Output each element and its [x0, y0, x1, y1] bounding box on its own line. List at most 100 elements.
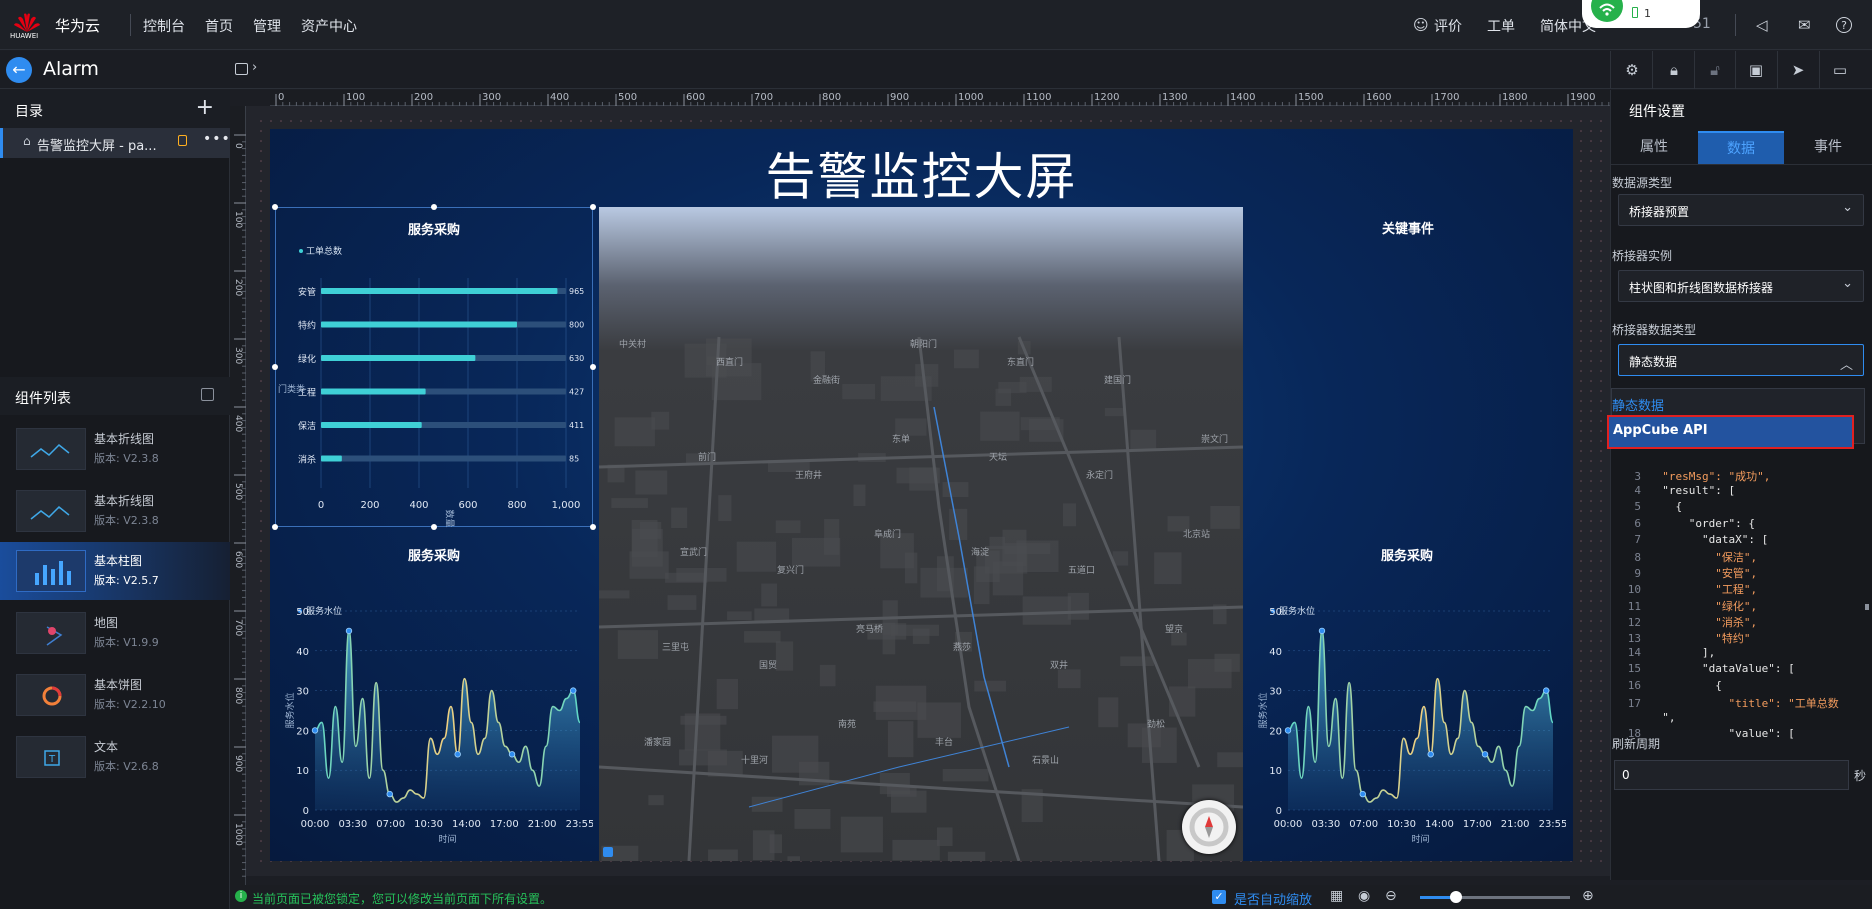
component-name: 文本	[94, 740, 119, 754]
nav-feedback[interactable]: 评价	[1434, 16, 1462, 36]
component-item-text[interactable]: T 文本 版本: V2.6.8	[0, 728, 230, 786]
line-chart-left-component[interactable]: 服务采购 服务水位 0 10 20 30 40 50 00:00 03:30 07:00 10:30…	[275, 537, 593, 861]
dashboard-stage[interactable]: 告警监控大屏 服务采购 工单总数 0 200 400 600 800 1,000 安管 965 特…	[270, 129, 1573, 861]
tab-data[interactable]: 数据	[1698, 131, 1784, 164]
y-axis-label: 服务水位	[1257, 692, 1269, 728]
resize-handle[interactable]	[590, 204, 596, 210]
more-icon[interactable]: •••	[203, 131, 231, 147]
dashboard-title[interactable]: 告警监控大屏	[270, 137, 1573, 209]
map-building	[1154, 552, 1182, 585]
grid-icon[interactable]: ▦	[1330, 888, 1343, 904]
map-building	[744, 631, 781, 643]
resize-handle[interactable]	[431, 524, 437, 530]
code-line: 16 {	[1619, 679, 1722, 692]
datasource-select[interactable]: 桥接器预置 ⌄	[1618, 194, 1864, 226]
zoom-slider-track[interactable]	[1420, 891, 1570, 903]
dropdown-option-static[interactable]: 静态数据	[1612, 395, 1664, 414]
preview-icon[interactable]: ▭	[1830, 61, 1850, 79]
tab-events[interactable]: 事件	[1785, 131, 1871, 164]
auto-zoom-checkbox[interactable]: ✓	[1212, 890, 1226, 904]
compass-button[interactable]	[1182, 800, 1236, 854]
line-number: 5	[1634, 500, 1641, 514]
y-tick-label: 30	[296, 687, 309, 698]
nav-home[interactable]: 首页	[205, 16, 233, 36]
brand-name[interactable]: 华为云	[55, 15, 100, 36]
map-place-label: 劲松	[1147, 718, 1165, 730]
map-building	[995, 388, 1012, 406]
tab-properties[interactable]: 属性	[1611, 131, 1697, 164]
bar-chart-component[interactable]: 服务采购 工单总数 0 200 400 600 800 1,000 安管 965 特约 800 绿化 6…	[275, 207, 593, 528]
wifi-popup: 1	[1582, 0, 1700, 28]
code-line: 14 ],	[1619, 646, 1715, 659]
add-icon[interactable]: +	[196, 95, 214, 120]
data-label: 427	[569, 388, 584, 397]
component-name: 基本柱图	[94, 554, 143, 568]
map-building	[736, 541, 777, 572]
ruler-label: 800	[822, 92, 841, 103]
bar	[321, 388, 426, 395]
code-text: "绿化",	[1649, 599, 1758, 613]
lock-icon[interactable]: 🔒︎	[1664, 61, 1684, 79]
zoom-slider-handle[interactable]	[1450, 891, 1462, 903]
eye-icon[interactable]: ◉	[1358, 888, 1370, 904]
line-number: 6	[1634, 516, 1641, 530]
tree-item-page[interactable]: ⌂ 告警监控大屏 - pa... •••	[0, 128, 230, 158]
speaker-icon[interactable]: ◁	[1756, 16, 1768, 34]
line-chart-right-component[interactable]: 服务采购 服务水位 0 10 20 30 40 50 00:00 03:30 07:00 10:30…	[1248, 537, 1566, 861]
json-editor[interactable]: 3 "resMsg": "成功", 4 "result": [5 {6 "orde…	[1611, 420, 1872, 740]
nav-console[interactable]: 控制台	[143, 16, 185, 36]
component-item-line-1[interactable]: 基本折线图 版本: V2.3.8	[0, 420, 230, 478]
ruler-label: 400	[233, 415, 243, 432]
component-item-line-2[interactable]: 基本折线图 版本: V2.3.8	[0, 482, 230, 540]
save-icon[interactable]: ▣	[1746, 61, 1766, 79]
zoom-out-icon[interactable]: ⊖	[1385, 888, 1397, 904]
map-component[interactable]: 中关村 西直门 金融街 朝阳门 东直门 建国门 崇文门 前门 王府井 东单 天坛 永定门 北京站 宣武门复…	[599, 207, 1243, 861]
code-text: "消杀",	[1649, 615, 1758, 629]
page-name: 告警监控大屏 - pa...	[37, 139, 157, 154]
nav-manage[interactable]: 管理	[253, 16, 281, 36]
code-line: 11 "绿化",	[1619, 598, 1757, 614]
back-button[interactable]: ←	[6, 57, 32, 83]
resize-handle[interactable]	[590, 364, 596, 370]
zoom-in-icon[interactable]: ⊕	[1582, 888, 1594, 904]
map-building	[775, 520, 801, 534]
nav-assets[interactable]: 资产中心	[301, 16, 357, 36]
unlock-icon[interactable]: 🔓︎	[1705, 61, 1725, 79]
map-building	[920, 567, 968, 598]
bridge-type-select[interactable]: 静态数据 ︿	[1618, 344, 1864, 376]
resize-handle[interactable]	[431, 204, 437, 210]
dropdown-option-appcube[interactable]: AppCube API	[1607, 415, 1854, 449]
x-tick-label: 21:00	[528, 819, 557, 830]
smile-icon[interactable]: ☺	[1413, 16, 1429, 34]
code-line: 8 "保洁",	[1619, 549, 1757, 565]
x-tick-label: 03:30	[1311, 819, 1340, 830]
component-item-pie[interactable]: 基本饼图 版本: V2.2.10	[0, 666, 230, 724]
settings-icon[interactable]: ⚙	[1622, 61, 1642, 79]
x-tick-label: 23:55	[566, 819, 593, 830]
line-number: 9	[1634, 567, 1641, 581]
status-bar: i 当前页面已被您锁定，您可以修改当前页面下所有设置。 ✓ 是否自动缩放 ▦ ◉…	[230, 885, 1872, 909]
nav-ticket[interactable]: 工单	[1487, 16, 1515, 36]
component-item-bar[interactable]: 基本柱图 版本: V2.5.7	[0, 542, 230, 600]
map-building	[761, 583, 777, 607]
ruler-label: 1700	[1434, 92, 1459, 103]
data-point	[1543, 687, 1550, 694]
resize-handle[interactable]	[272, 364, 278, 370]
map-building	[887, 721, 914, 758]
resize-handle[interactable]	[272, 524, 278, 530]
x-tick-label: 10:30	[1387, 819, 1416, 830]
resize-handle[interactable]	[590, 524, 596, 530]
lock-icon[interactable]	[178, 135, 187, 146]
refresh-input[interactable]: 0	[1614, 760, 1849, 790]
bridge-select[interactable]: 柱状图和折线图数据桥接器 ⌄	[1618, 270, 1864, 302]
ruler-label: 1300	[1162, 92, 1187, 103]
panel-toggle-button[interactable]: ›	[233, 60, 267, 79]
publish-icon[interactable]: ➤	[1788, 61, 1808, 79]
help-icon[interactable]: ?	[1836, 17, 1852, 33]
resize-handle[interactable]	[272, 204, 278, 210]
events-component[interactable]: 关键事件	[1243, 207, 1573, 507]
expand-icon[interactable]	[201, 388, 214, 401]
mail-icon[interactable]: ✉	[1798, 16, 1811, 34]
editor-scrollbar[interactable]	[1865, 604, 1869, 610]
component-item-map[interactable]: 地图 版本: V1.9.9	[0, 604, 230, 662]
